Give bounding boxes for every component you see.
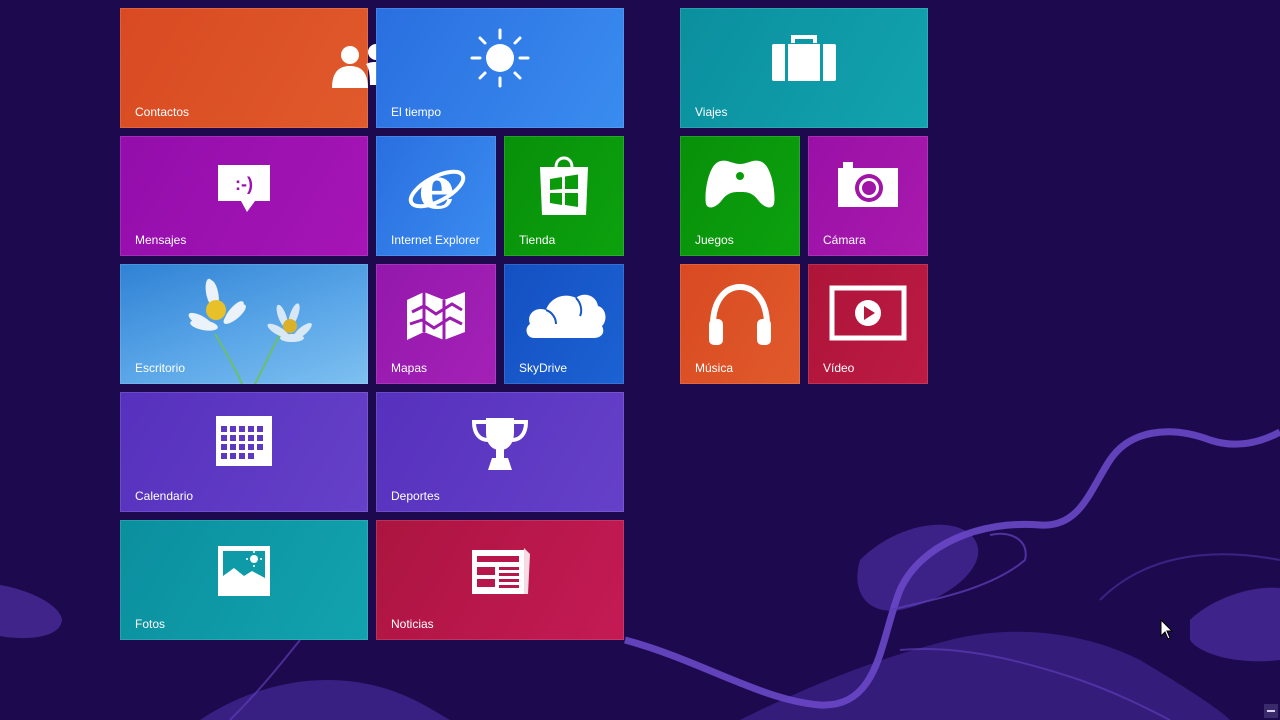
tile-label: Deportes <box>391 489 440 503</box>
shopping-bag-icon <box>540 156 588 215</box>
tile-label: Fotos <box>135 617 166 631</box>
tile-viajes[interactable]: Viajes <box>680 8 928 128</box>
tile-mensajes[interactable]: :-) Mensajes <box>120 136 368 256</box>
tile-noticias[interactable]: Noticias <box>376 520 624 640</box>
tile-contactos[interactable]: Contactos <box>120 8 394 128</box>
newspaper-icon <box>472 548 530 594</box>
internet-explorer-icon: e <box>408 158 466 216</box>
tile-tienda[interactable]: Tienda <box>504 136 624 256</box>
tile-label: Cámara <box>823 233 866 247</box>
tile-el-tiempo[interactable]: El tiempo <box>376 8 624 128</box>
tile-label: Tienda <box>519 233 556 247</box>
tile-skydrive[interactable]: SkyDrive <box>504 264 624 384</box>
tile-label: Vídeo <box>823 361 855 375</box>
tile-label: Internet Explorer <box>391 233 480 247</box>
svg-text::-): :-) <box>235 174 253 194</box>
calendar-icon <box>216 416 272 466</box>
tile-camara[interactable]: Cámara <box>808 136 928 256</box>
svg-text:e: e <box>419 158 456 216</box>
tile-escritorio[interactable]: Escritorio <box>120 264 368 384</box>
cloud-icon <box>526 294 606 338</box>
game-controller-icon <box>705 160 775 208</box>
trophy-icon <box>472 418 528 470</box>
play-icon <box>829 285 907 341</box>
tile-musica[interactable]: Música <box>680 264 800 384</box>
suitcase-icon <box>772 35 836 81</box>
tile-mapas[interactable]: Mapas <box>376 264 496 384</box>
sun-icon <box>470 28 530 88</box>
picture-icon <box>218 546 270 596</box>
tile-internet-explorer[interactable]: e Internet Explorer <box>376 136 496 256</box>
tile-label: Escritorio <box>135 361 186 375</box>
chat-bubble-icon: :-) <box>218 165 270 212</box>
tile-deportes[interactable]: Deportes <box>376 392 624 512</box>
minus-icon <box>1267 710 1275 712</box>
headphones-icon <box>709 283 771 345</box>
tile-label: Juegos <box>695 233 734 247</box>
tile-label: Viajes <box>695 105 728 119</box>
tile-label: Noticias <box>391 617 434 631</box>
tile-juegos[interactable]: Juegos <box>680 136 800 256</box>
tile-label: Mapas <box>391 361 428 375</box>
tile-label: Calendario <box>135 489 194 503</box>
camera-icon <box>838 162 898 207</box>
tile-label: Mensajes <box>135 233 187 247</box>
zoom-out-button[interactable] <box>1264 704 1278 718</box>
map-icon <box>407 292 465 340</box>
tile-video[interactable]: Vídeo <box>808 264 928 384</box>
tile-fotos[interactable]: Fotos <box>120 520 368 640</box>
tile-label: SkyDrive <box>519 361 568 375</box>
tile-label: El tiempo <box>391 105 442 119</box>
mouse-cursor-icon <box>1160 619 1174 640</box>
tile-label: Contactos <box>135 105 190 119</box>
tile-calendario[interactable]: Calendario <box>120 392 368 512</box>
tile-label: Música <box>695 361 734 375</box>
